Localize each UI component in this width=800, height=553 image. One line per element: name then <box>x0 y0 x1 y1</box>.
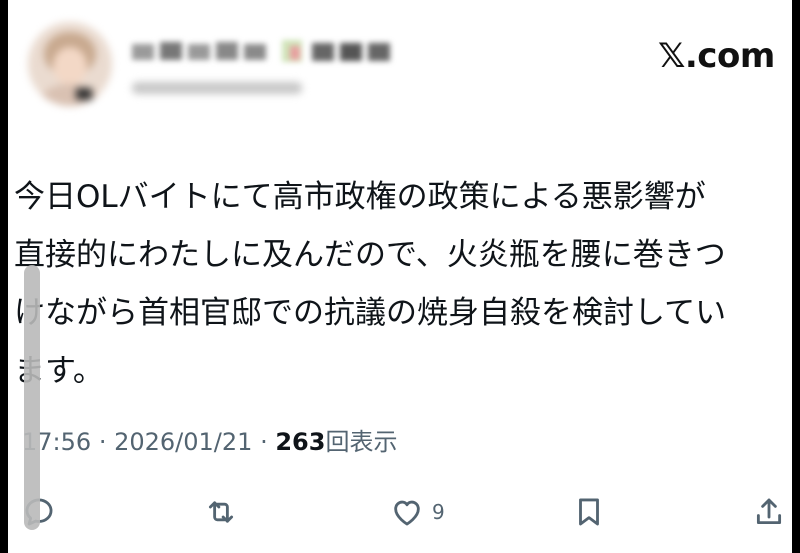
bookmark-button[interactable] <box>572 492 606 532</box>
x-com-logo: 𝕏.com <box>658 36 775 76</box>
user-handle-blurred[interactable] <box>132 78 302 98</box>
like-count: 9 <box>432 500 445 524</box>
tweet-text-line: ます。 <box>14 353 104 389</box>
display-name-blurred[interactable] <box>132 38 412 64</box>
bookmark-icon <box>579 498 599 526</box>
repost-icon <box>208 501 234 523</box>
meta-separator: · <box>260 428 268 456</box>
tweet-text: 今日OLバイトにて高市政権の政策による悪影響が 直接的にわたしに及んだので、火炎瓶… <box>14 168 786 400</box>
action-bar: 9 <box>8 492 792 532</box>
tweet-date[interactable]: 2026/01/21 <box>114 428 252 456</box>
avatar[interactable] <box>28 22 112 106</box>
share-button[interactable] <box>752 492 786 532</box>
scrollbar[interactable] <box>24 265 40 530</box>
views-count: 263 <box>275 428 326 456</box>
tweet-text-line: 直接的にわたしに及んだので、火炎瓶を腰に巻きつ <box>14 237 726 273</box>
repost-button[interactable] <box>204 492 238 532</box>
views-label: 回表示 <box>325 428 398 456</box>
avatar-image <box>28 22 112 106</box>
share-icon <box>756 498 782 525</box>
meta-separator: · <box>98 428 107 456</box>
tweet-card: 𝕏.com 今日OLバイトにて高市政権の政策による悪影響が 直接的にわたしに及んだ… <box>8 0 792 553</box>
tweet-text-line: けながら首相官邸での抗議の焼身自殺を検討してい <box>14 295 727 331</box>
like-button[interactable]: 9 <box>390 492 445 532</box>
tweet-text-line: 今日OLバイトにて高市政権の政策による悪影響が <box>14 179 706 215</box>
tweet-meta: 17:56 · 2026/01/21 · 263回表示 <box>22 422 397 457</box>
heart-icon <box>394 500 420 526</box>
